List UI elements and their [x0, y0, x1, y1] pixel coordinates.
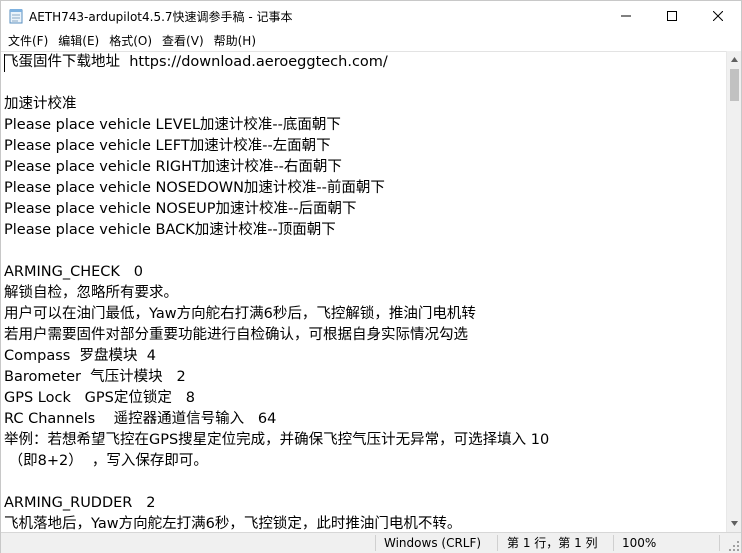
- text-line: 解锁自检，忽略所有要求。: [4, 285, 178, 301]
- status-bar: Windows (CRLF) 第 1 行，第 1 列 100%: [1, 532, 741, 553]
- scroll-up-arrow-icon: [731, 57, 738, 62]
- window-title: AETH743-ardupilot4.5.7快速调参手稿 - 记事本: [29, 10, 293, 24]
- scroll-up-button[interactable]: [727, 51, 742, 68]
- text-line: ARMING_RUDDER 2: [4, 495, 156, 511]
- status-separator: [497, 535, 498, 551]
- text-line: Please place vehicle LEFT加速计校准--左面朝下: [4, 138, 331, 154]
- status-zoom: 100%: [622, 536, 657, 550]
- text-line: 飞蛋固件下载地址 https://download.aeroeggtech.co…: [4, 54, 388, 70]
- text-line: Please place vehicle NOSEUP加速计校准--后面朝下: [4, 201, 357, 217]
- text-line: （即8+2） ，写入保存即可。: [4, 453, 208, 469]
- text-line: 若用户需要固件对部分重要功能进行自检确认，可根据自身实际情况勾选: [4, 327, 468, 343]
- text-line: Please place vehicle LEVEL加速计校准--底面朝下: [4, 117, 341, 133]
- status-separator: [375, 535, 376, 551]
- menu-bar: 文件(F) 编辑(E) 格式(O) 查看(V) 帮助(H): [1, 31, 741, 51]
- scroll-down-button[interactable]: [727, 515, 742, 532]
- scrollbar-thumb[interactable]: [730, 69, 739, 101]
- minimize-icon: [621, 15, 631, 17]
- text-line: RC Channels 遥控器通道信号输入 64: [4, 411, 277, 427]
- maximize-button[interactable]: [649, 1, 695, 31]
- text-line: [4, 472, 724, 493]
- close-button[interactable]: [695, 1, 741, 31]
- minimize-button[interactable]: [603, 1, 649, 31]
- vertical-scrollbar[interactable]: [726, 51, 741, 532]
- text-line: [4, 241, 724, 262]
- title-bar[interactable]: AETH743-ardupilot4.5.7快速调参手稿 - 记事本: [1, 1, 741, 31]
- notepad-window: AETH743-ardupilot4.5.7快速调参手稿 - 记事本 文件(F)…: [0, 0, 742, 553]
- menu-edit[interactable]: 编辑(E): [53, 31, 104, 51]
- text-line: 举例：若想希望飞控在GPS搜星定位完成，并确保飞控气压计无异常，可选择填入 10: [4, 432, 550, 448]
- text-content[interactable]: 飞蛋固件下载地址 https://download.aeroeggtech.co…: [4, 52, 724, 532]
- maximize-icon: [667, 11, 677, 21]
- menu-file[interactable]: 文件(F): [3, 31, 53, 51]
- text-line: Barometer 气压计模块 2: [4, 369, 186, 385]
- text-line: 加速计校准: [4, 96, 77, 112]
- resize-grip-icon[interactable]: [728, 540, 740, 552]
- status-line-ending: Windows (CRLF): [384, 536, 482, 550]
- status-separator: [613, 535, 614, 551]
- text-line: [4, 73, 724, 94]
- text-line: Please place vehicle BACK加速计校准--顶面朝下: [4, 222, 336, 238]
- text-line: GPS Lock GPS定位锁定 8: [4, 390, 195, 406]
- text-line: ARMING_CHECK 0: [4, 264, 143, 280]
- menu-format[interactable]: 格式(O): [104, 31, 157, 51]
- notepad-icon: [9, 8, 23, 24]
- menu-help[interactable]: 帮助(H): [209, 31, 261, 51]
- status-cursor-position: 第 1 行，第 1 列: [507, 536, 598, 550]
- text-line: 用户可以在油门最低，Yaw方向舵右打满6秒后，飞控解锁，推油门电机转: [4, 306, 476, 322]
- text-editor[interactable]: 飞蛋固件下载地址 https://download.aeroeggtech.co…: [1, 51, 726, 532]
- text-line: Please place vehicle RIGHT加速计校准--右面朝下: [4, 159, 342, 175]
- text-line: Compass 罗盘模块 4: [4, 348, 156, 364]
- scroll-down-arrow-icon: [731, 521, 738, 526]
- menu-view[interactable]: 查看(V): [157, 31, 209, 51]
- text-line: Please place vehicle NOSEDOWN加速计校准--前面朝下: [4, 180, 385, 196]
- close-icon: [713, 11, 723, 21]
- text-line: 飞机落地后，Yaw方向舵左打满6秒，飞控锁定，此时推油门电机不转。: [4, 516, 462, 532]
- status-separator: [719, 535, 720, 551]
